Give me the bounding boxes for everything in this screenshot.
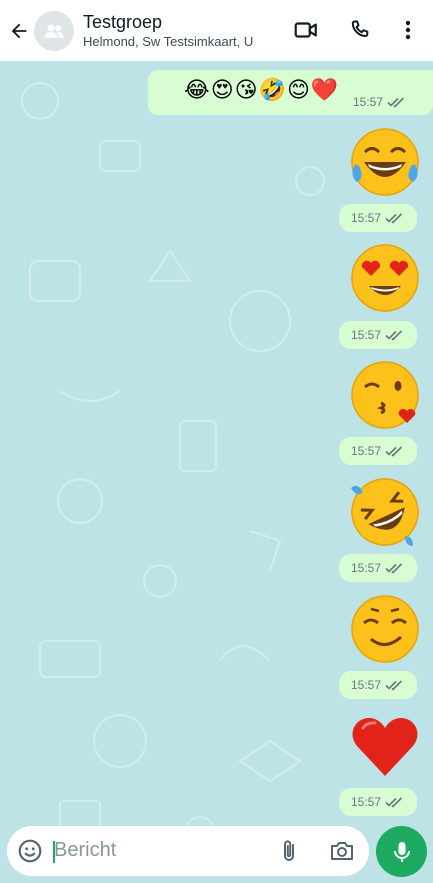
emoji-red-heart-icon[interactable] [349, 710, 421, 782]
read-receipt-icon [385, 446, 403, 457]
emoji-message-meta: 15:57 [339, 788, 417, 816]
message-time: 15:57 [351, 328, 382, 342]
read-receipt-icon [385, 213, 403, 224]
group-avatar[interactable] [34, 10, 74, 51]
message-time: 15:57 [351, 444, 382, 458]
message-time: 15:57 [351, 795, 382, 809]
chat-title-block[interactable]: Testgroep Helmond, Sw Testsimkaart, U [83, 11, 273, 51]
emoji-message-meta: 15:57 [339, 437, 417, 465]
emoji-tears-of-joy-icon[interactable] [349, 126, 421, 198]
emoji-rofl-icon[interactable] [349, 476, 421, 548]
message-composer: Bericht [7, 826, 369, 876]
voice-message-button[interactable] [376, 826, 427, 877]
attach-button[interactable] [278, 838, 300, 869]
voice-call-button[interactable] [344, 14, 376, 46]
mic-icon [393, 841, 410, 862]
message-text: 😂😍😘🤣😊❤️ [184, 78, 340, 103]
message-time: 15:57 [351, 678, 382, 692]
emoji-message-meta: 15:57 [339, 671, 417, 699]
read-receipt-icon [385, 680, 403, 691]
chat-subtitle: Helmond, Sw Testsimkaart, U [83, 33, 254, 49]
read-receipt-icon [387, 97, 405, 108]
emoji-message-meta: 15:57 [339, 321, 417, 349]
chat-header: Testgroep Helmond, Sw Testsimkaart, U [0, 0, 433, 61]
video-call-button[interactable] [290, 14, 322, 46]
back-arrow-icon [11, 23, 27, 38]
message-time: 15:57 [351, 561, 382, 575]
chat-title: Testgroep [83, 11, 163, 32]
emoji-heart-eyes-icon[interactable] [349, 242, 421, 314]
read-receipt-icon [385, 797, 403, 808]
camera-button[interactable] [329, 839, 355, 868]
message-input[interactable]: Bericht [54, 839, 116, 862]
read-receipt-icon [385, 563, 403, 574]
message-time: 15:57 [353, 95, 384, 109]
more-options-button[interactable] [392, 14, 424, 46]
emoji-message-meta: 15:57 [339, 554, 417, 582]
outgoing-message-bubble[interactable]: 😂😍😘🤣😊❤️ 15:57 [148, 70, 433, 115]
back-button[interactable] [2, 0, 36, 61]
voice-call-icon [351, 20, 369, 37]
more-options-icon [405, 20, 411, 40]
emoji-message-meta: 15:57 [339, 204, 417, 232]
camera-icon [331, 842, 353, 860]
video-call-icon [294, 22, 317, 38]
message-meta: 15:57 [353, 95, 405, 109]
emoji-button[interactable] [17, 838, 43, 869]
emoji-blowing-kiss-icon[interactable] [349, 359, 421, 431]
read-receipt-icon [385, 330, 403, 341]
attach-icon [284, 840, 294, 861]
emoji-smiling-face-icon[interactable] [349, 593, 421, 665]
chat-screen: Testgroep Helmond, Sw Testsimkaart, U 😂😍… [0, 0, 433, 883]
emoji-icon [18, 839, 42, 863]
message-time: 15:57 [351, 211, 382, 225]
group-avatar-icon [44, 24, 64, 38]
